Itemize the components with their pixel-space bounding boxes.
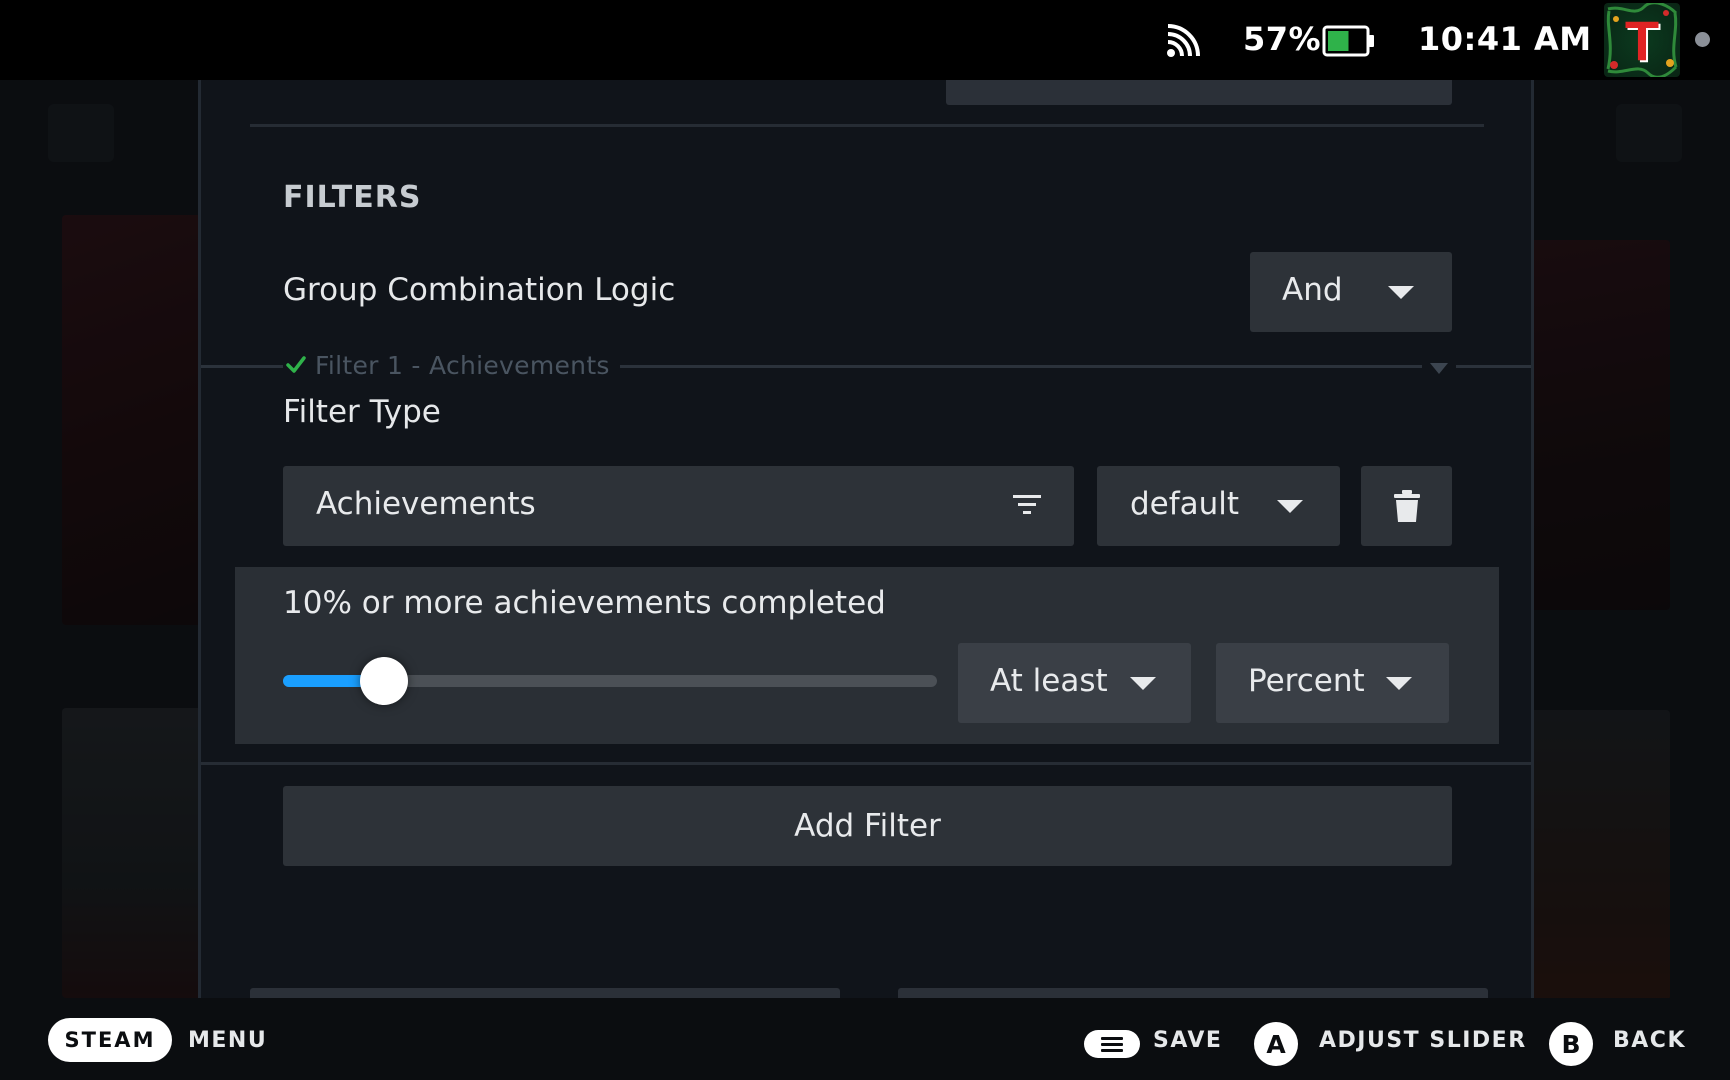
filter-group-title: Filter 1 - Achievements (315, 350, 610, 380)
save-hint-label[interactable]: SAVE (1153, 1028, 1222, 1053)
battery-percent: 57% (1243, 20, 1322, 58)
chevron-down-icon (1388, 286, 1414, 299)
unit-value: Percent (1248, 663, 1365, 699)
slider-knob[interactable] (360, 657, 408, 705)
next-control-stub (898, 988, 1488, 998)
divider (201, 762, 1531, 765)
unit-dropdown[interactable]: Percent (1216, 643, 1449, 723)
filter-group-header[interactable]: Filter 1 - Achievements (283, 350, 620, 380)
filter-mode-value: default (1130, 486, 1240, 522)
add-filter-button[interactable]: Add Filter (283, 786, 1452, 866)
screen: 57% 10:41 AM T FILTERS Group Combination… (0, 0, 1730, 1080)
collapse-triangle-icon (1430, 362, 1448, 374)
group-logic-value: And (1282, 272, 1343, 308)
comparison-value: At least (990, 663, 1108, 699)
adjust-slider-hint-label[interactable]: ADJUST SLIDER (1319, 1028, 1527, 1053)
achievement-threshold-row: 10% or more achievements completed At le… (235, 567, 1499, 744)
filter-mode-dropdown[interactable]: default (1097, 466, 1340, 546)
slider-caption: 10% or more achievements completed (283, 585, 886, 621)
b-button-icon: B (1549, 1022, 1593, 1066)
battery-level (1328, 31, 1349, 51)
previous-control-stub (946, 80, 1452, 105)
status-bar: 57% 10:41 AM T (0, 0, 1730, 80)
steam-button-hint[interactable]: STEAM (48, 1018, 172, 1062)
notification-dot (1695, 32, 1710, 47)
menu-button-icon (1084, 1030, 1140, 1058)
check-icon (286, 356, 306, 373)
filter-type-dropdown[interactable]: Achievements (283, 466, 1074, 546)
group-logic-label: Group Combination Logic (283, 272, 676, 308)
filter-type-value: Achievements (316, 486, 536, 522)
filter-type-label: Filter Type (283, 394, 441, 430)
wifi-icon (1167, 24, 1200, 57)
clock: 10:41 AM (1418, 20, 1592, 58)
battery-icon (1322, 25, 1374, 57)
next-control-stub (250, 988, 840, 998)
avatar[interactable]: T (1604, 3, 1680, 77)
section-title: FILTERS (283, 180, 422, 215)
delete-filter-button[interactable] (1361, 466, 1452, 546)
menu-hint-label: MENU (188, 1028, 268, 1053)
chevron-down-icon (1386, 677, 1412, 690)
avatar-letter: T (1624, 9, 1660, 72)
chevron-down-icon (1130, 677, 1156, 690)
filters-panel: FILTERS Group Combination Logic And Filt… (198, 80, 1534, 998)
chevron-down-icon (1277, 500, 1303, 513)
group-logic-dropdown[interactable]: And (1250, 252, 1452, 332)
controller-hints-bar: STEAM MENU SAVE A ADJUST SLIDER B BACK (0, 998, 1730, 1080)
threshold-slider[interactable] (283, 657, 937, 705)
divider (250, 124, 1484, 127)
trash-icon (1393, 490, 1420, 522)
collapse-toggle[interactable] (1422, 356, 1456, 380)
filter-list-icon (1013, 495, 1041, 514)
back-hint-label[interactable]: BACK (1613, 1028, 1686, 1053)
a-button-icon: A (1254, 1022, 1298, 1066)
comparison-dropdown[interactable]: At least (958, 643, 1191, 723)
